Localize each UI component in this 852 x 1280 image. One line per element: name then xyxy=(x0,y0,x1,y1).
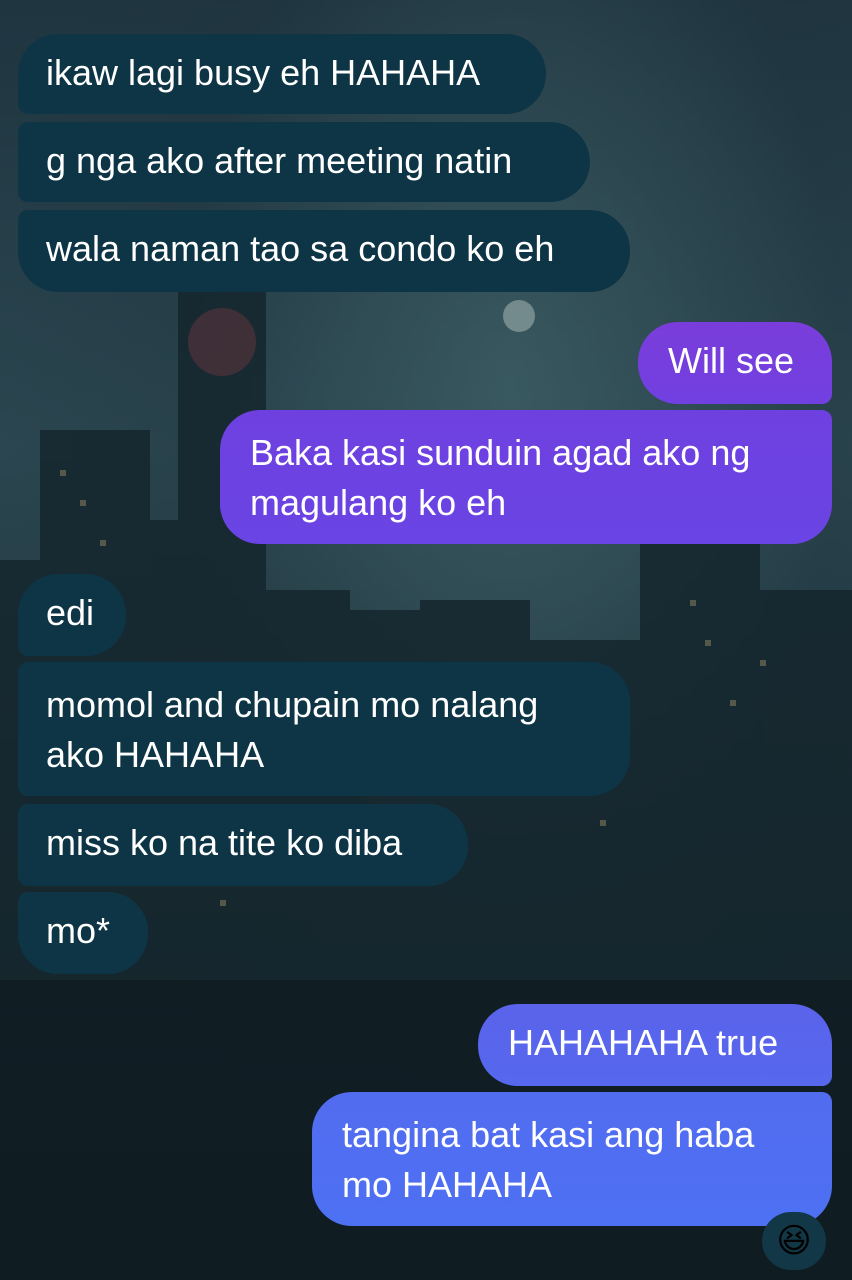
message-text-line: mo HAHAHA xyxy=(342,1164,553,1205)
message-text-line: Baka kasi sunduin agad ako ng xyxy=(250,432,751,473)
received-message[interactable]: g nga ako after meeting natin xyxy=(18,122,590,202)
sent-message[interactable]: tangina bat kasi ang haba mo HAHAHA xyxy=(312,1092,832,1226)
message-reaction[interactable]: 😆 xyxy=(762,1212,826,1270)
message-text: wala naman tao sa condo ko eh xyxy=(46,228,555,269)
received-message[interactable]: wala naman tao sa condo ko eh xyxy=(18,210,630,292)
message-text: ikaw lagi busy eh HAHAHA xyxy=(46,52,481,93)
message-text: edi xyxy=(46,592,95,633)
message-text-line: momol and chupain mo nalang xyxy=(46,684,539,725)
message-text: Will see xyxy=(668,340,795,381)
received-message[interactable]: mo* xyxy=(18,892,148,974)
sent-message[interactable]: Will see xyxy=(638,322,832,404)
message-text-line: tangina bat kasi ang haba xyxy=(342,1114,755,1155)
received-message[interactable]: ikaw lagi busy eh HAHAHA xyxy=(18,34,546,114)
message-text: g nga ako after meeting natin xyxy=(46,140,513,181)
laughing-face-emoji-icon: 😆 xyxy=(776,1222,812,1260)
message-text: mo* xyxy=(46,910,111,951)
message-text-line: magulang ko eh xyxy=(250,482,507,523)
received-message[interactable]: miss ko na tite ko diba xyxy=(18,804,468,886)
message-text: HAHAHAHA true xyxy=(508,1022,779,1063)
received-message[interactable]: momol and chupain mo nalang ako HAHAHA xyxy=(18,662,630,796)
sent-message[interactable]: Baka kasi sunduin agad ako ng magulang k… xyxy=(220,410,832,544)
sent-message[interactable]: HAHAHAHA true xyxy=(478,1004,832,1086)
message-text-line: ako HAHAHA xyxy=(46,734,265,775)
message-text: miss ko na tite ko diba xyxy=(46,822,403,863)
received-message[interactable]: edi xyxy=(18,574,126,656)
